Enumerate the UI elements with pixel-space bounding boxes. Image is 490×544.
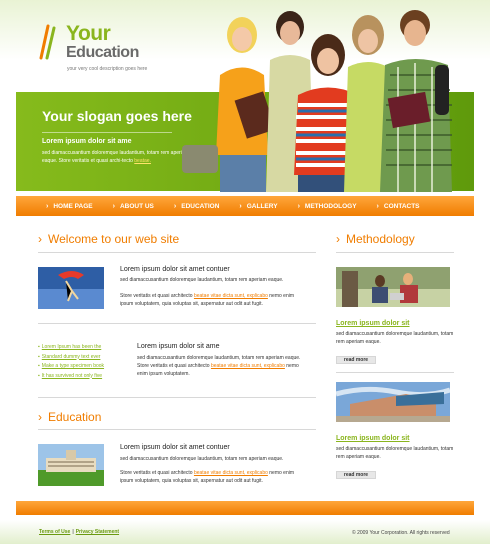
read-more-button[interactable]: read more xyxy=(336,471,376,479)
nav-label: GALLERY xyxy=(246,202,278,210)
chevron-right-icon: › xyxy=(46,202,49,210)
block3-text2: Store veritatis et quasi architecto beat… xyxy=(120,470,295,484)
chevron-right-icon: › xyxy=(38,232,42,246)
divider xyxy=(336,252,454,253)
nav-label: HOME PAGE xyxy=(53,202,93,210)
banner-divider xyxy=(42,132,172,133)
block1-text2: Store veritatis et quasi architecto beat… xyxy=(120,293,295,307)
campus-image[interactable] xyxy=(38,444,104,486)
nav-label: ABOUT US xyxy=(119,202,154,210)
divider xyxy=(38,323,316,324)
banner-subheading: Lorem ipsum dolor sit ame xyxy=(42,138,132,145)
sidebar-link-1[interactable]: Lorem ipsum dolor sit xyxy=(336,320,410,327)
block1-title: Lorem ipsum dolor sit amet contuer xyxy=(120,266,230,273)
block1-link[interactable]: beatae vitae dicta sunt, explicabo xyxy=(194,293,268,299)
education-heading: › Education xyxy=(38,410,102,424)
divider xyxy=(38,252,316,253)
main-nav: › HOME PAGE › ABOUT US › EDUCATION › GALLERY… xyxy=(16,196,474,216)
block3-title: Lorem ipsum dolor sit amet contuer xyxy=(120,444,230,451)
skydiver-image[interactable] xyxy=(38,267,104,309)
block1-text1: sed diamaccusantium doloremque laudantiu… xyxy=(120,277,284,283)
nav-contacts[interactable]: › CONTACTS xyxy=(377,203,420,210)
block2-link[interactable]: beatae vitae dicta sunt, explicabo xyxy=(211,363,285,369)
nav-education[interactable]: › EDUCATION xyxy=(174,203,220,210)
nav-methodology[interactable]: › METHODOLOGY xyxy=(298,203,357,210)
students-laptop-image[interactable] xyxy=(336,267,450,307)
block2-text: sed diamaccusantium doloremque laudantiu… xyxy=(137,355,301,377)
sidebar-link-2[interactable]: Lorem ipsum dolor sit xyxy=(336,435,410,442)
footer-bar xyxy=(16,501,474,515)
nav-home[interactable]: › HOME PAGE xyxy=(46,203,93,210)
banner-text: sed diamaccusantium doloremque laudantiu… xyxy=(42,150,189,164)
logo-icon xyxy=(39,24,56,60)
nav-gallery[interactable]: › GALLERY xyxy=(239,203,277,210)
chevron-right-icon: › xyxy=(297,202,300,210)
welcome-heading: › Welcome to our web site xyxy=(38,232,180,246)
logo-tagline: your very cool description goes here xyxy=(67,66,148,72)
banner-link[interactable]: beatae. xyxy=(134,158,151,164)
footer-links: Terms of Use | Privacy Statement xyxy=(39,529,119,535)
divider xyxy=(336,372,454,373)
nav-label: METHODOLOGY xyxy=(304,202,357,210)
bullet-link[interactable]: Standard dummy text ever xyxy=(38,353,104,363)
privacy-link[interactable]: Privacy Statement xyxy=(76,529,119,535)
methodology-heading: › Methodology xyxy=(336,232,415,246)
read-more-button[interactable]: read more xyxy=(336,356,376,364)
logo-text-your[interactable]: Your xyxy=(66,22,111,46)
bullet-link[interactable]: It has survived not only five xyxy=(38,372,104,382)
terms-link[interactable]: Terms of Use xyxy=(39,529,70,535)
chevron-right-icon: › xyxy=(239,202,242,210)
chevron-right-icon: › xyxy=(336,232,340,246)
block3-link[interactable]: beatae vitae dicta sunt, explicabo xyxy=(194,470,268,476)
copyright-text: © 2009 Your Corporation. All rights rese… xyxy=(352,530,450,536)
bullet-link[interactable]: Lorem Ipsum has been the xyxy=(38,343,104,353)
nav-about[interactable]: › ABOUT US xyxy=(113,203,154,210)
building-image[interactable] xyxy=(336,382,450,422)
bullet-link[interactable]: Make a type specimen book xyxy=(38,362,104,372)
chevron-right-icon: › xyxy=(112,202,115,210)
footer-separator: | xyxy=(72,529,74,535)
banner-slogan: Your slogan goes here xyxy=(42,108,192,124)
sidebar-text-1: sed diamaccusantium doloremque laudantiu… xyxy=(336,331,454,345)
page: Your Education your very cool descriptio… xyxy=(0,0,490,544)
divider xyxy=(38,397,316,398)
chevron-right-icon: › xyxy=(173,202,177,210)
chevron-right-icon: › xyxy=(38,410,42,424)
nav-label: CONTACTS xyxy=(383,202,420,210)
chevron-right-icon: › xyxy=(376,202,379,210)
block3-text1: sed diamaccusantium doloremque laudantiu… xyxy=(120,456,284,462)
logo-text-education[interactable]: Education xyxy=(66,44,139,62)
block2-title: Lorem ipsum dolor sit ame xyxy=(137,343,220,350)
nav-label: EDUCATION xyxy=(181,202,220,210)
divider xyxy=(38,429,316,430)
sidebar-text-2: sed diamaccusantium doloremque laudantiu… xyxy=(336,446,454,460)
bullet-list: Lorem Ipsum has been the Standard dummy … xyxy=(38,343,104,381)
students-photo xyxy=(182,10,452,192)
